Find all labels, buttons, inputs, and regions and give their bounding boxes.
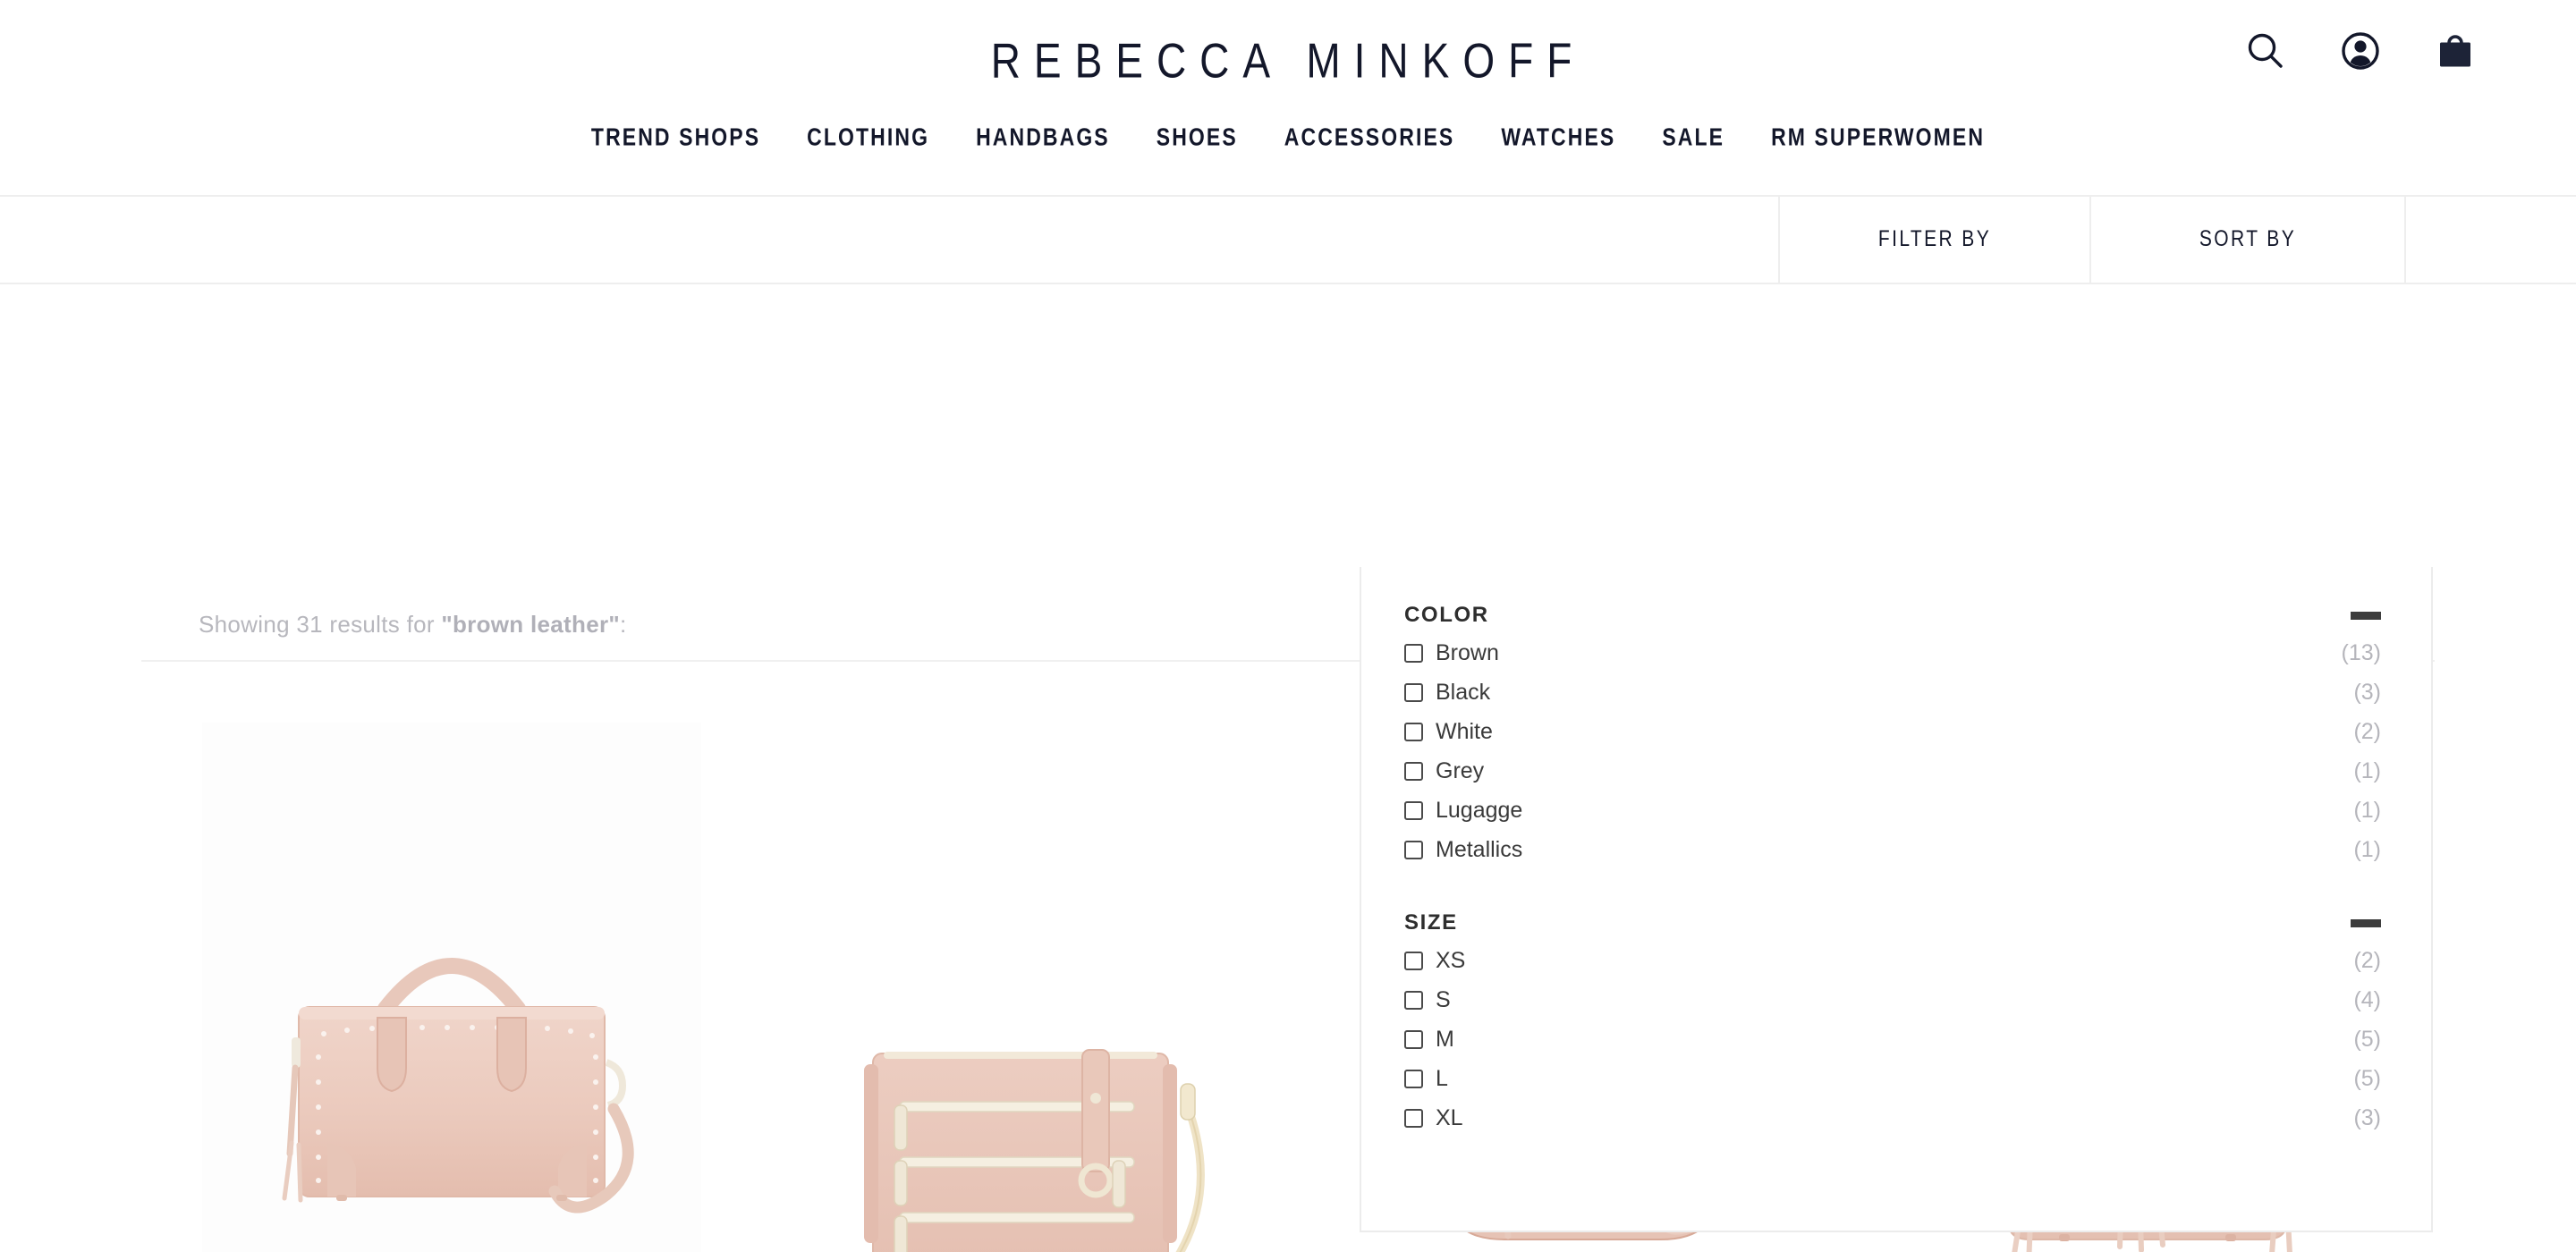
filter-option-count: (5): [2353, 1065, 2381, 1091]
brand-logo[interactable]: REBECCA MINKOFF: [0, 32, 2576, 89]
nav-item-accessories[interactable]: ACCESSORIES: [1261, 123, 1479, 152]
filter-option-label: Black: [1436, 679, 1491, 705]
filter-option-label: Brown: [1436, 639, 1499, 665]
nav-item-clothing[interactable]: CLOTHING: [784, 123, 953, 152]
filter-option-count: (1): [2353, 836, 2381, 862]
product-tile[interactable]: QUICK VIEW: [202, 723, 701, 1252]
filter-option-label: L: [1436, 1065, 1448, 1091]
header-icon-group: [2245, 30, 2476, 72]
nav-item-rm-superwomen[interactable]: RM SUPERWOMEN: [1748, 123, 2008, 152]
filter-option-m[interactable]: M (5): [1404, 1019, 2392, 1059]
filter-option-count: (2): [2353, 718, 2381, 744]
results-suffix: :: [620, 611, 627, 638]
filter-option-s[interactable]: S (4): [1404, 980, 2392, 1019]
filter-group-size: SIZE XS (2) S (4) M (5) L (5) XL (3): [1404, 905, 2392, 1138]
primary-navigation: TREND SHOPS CLOTHING HANDBAGS SHOES ACCE…: [0, 123, 2576, 152]
nav-item-trend-shops[interactable]: TREND SHOPS: [568, 123, 784, 152]
checkbox[interactable]: [1404, 1108, 1423, 1128]
checkbox[interactable]: [1404, 761, 1423, 781]
filter-option-count: (3): [2353, 679, 2381, 705]
nav-item-shoes[interactable]: SHOES: [1133, 123, 1261, 152]
checkbox[interactable]: [1404, 1029, 1423, 1049]
checkbox[interactable]: [1404, 722, 1423, 741]
filter-option-lugagge[interactable]: Lugagge (1): [1404, 791, 2392, 830]
filter-option-label: S: [1436, 986, 1451, 1012]
filter-option-count: (1): [2353, 797, 2381, 823]
results-prefix: Showing 31 results for: [199, 611, 442, 638]
minus-icon[interactable]: [2351, 918, 2381, 927]
filter-group-header-color[interactable]: COLOR: [1404, 597, 2392, 633]
nav-item-handbags[interactable]: HANDBAGS: [953, 123, 1133, 152]
filter-option-white[interactable]: White (2): [1404, 712, 2392, 751]
shopping-bag-icon[interactable]: [2435, 30, 2476, 72]
filter-option-brown[interactable]: Brown (13): [1404, 633, 2392, 673]
checkbox[interactable]: [1404, 990, 1423, 1010]
toolbar-divider-right: [2404, 197, 2406, 283]
filter-option-label: White: [1436, 718, 1493, 744]
checkbox[interactable]: [1404, 840, 1423, 859]
filter-option-label: Lugagge: [1436, 797, 1523, 823]
filter-sort-bar: FILTER BY SORT BY: [0, 195, 2576, 284]
filter-option-count: (5): [2353, 1026, 2381, 1052]
filter-option-label: XL: [1436, 1104, 1463, 1130]
filter-option-count: (3): [2353, 1104, 2381, 1130]
minus-icon[interactable]: [2351, 611, 2381, 620]
account-icon[interactable]: [2340, 30, 2381, 72]
filter-group-color: COLOR Brown (13) Black (3) White (2) Gre…: [1404, 597, 2392, 869]
checkbox[interactable]: [1404, 951, 1423, 970]
results-content: Showing 31 results for "brown leather":: [0, 284, 2576, 1252]
filter-option-metallics[interactable]: Metallics (1): [1404, 830, 2392, 869]
sort-by-button[interactable]: SORT BY: [2091, 189, 2404, 290]
nav-item-sale[interactable]: SALE: [1639, 123, 1748, 152]
checkbox[interactable]: [1404, 1069, 1423, 1088]
filter-option-black[interactable]: Black (3): [1404, 673, 2392, 712]
filter-dropdown-panel: COLOR Brown (13) Black (3) White (2) Gre…: [1360, 567, 2433, 1232]
filter-by-button[interactable]: FILTER BY: [1780, 189, 2089, 290]
filter-option-count: (4): [2353, 986, 2381, 1012]
results-summary: Showing 31 results for "brown leather":: [199, 611, 627, 639]
filter-option-label: XS: [1436, 947, 1466, 973]
nav-item-watches[interactable]: WATCHES: [1478, 123, 1639, 152]
filter-option-count: (13): [2341, 639, 2381, 665]
filter-group-header-size[interactable]: SIZE: [1404, 905, 2392, 941]
filter-option-xs[interactable]: XS (2): [1404, 941, 2392, 980]
search-icon[interactable]: [2245, 30, 2286, 72]
filter-option-count: (1): [2353, 757, 2381, 783]
filter-option-xl[interactable]: XL (3): [1404, 1098, 2392, 1138]
product-tile[interactable]: QUICK VIEW: [767, 723, 1267, 1252]
filter-option-l[interactable]: L (5): [1404, 1059, 2392, 1098]
checkbox[interactable]: [1404, 800, 1423, 820]
results-query: "brown leather": [441, 611, 621, 638]
product-image-studded-satchel[interactable]: [202, 723, 701, 1252]
filter-option-grey[interactable]: Grey (1): [1404, 751, 2392, 791]
filter-option-label: M: [1436, 1026, 1454, 1052]
filter-group-title: COLOR: [1404, 603, 1489, 627]
checkbox[interactable]: [1404, 682, 1423, 702]
filter-option-label: Grey: [1436, 757, 1485, 783]
site-header: REBECCA MINKOFF TREND SHOPS CLOTHING HAN…: [0, 0, 2576, 195]
filter-group-title: SIZE: [1404, 910, 1458, 935]
filter-option-count: (2): [2353, 947, 2381, 973]
page-root: REBECCA MINKOFF TREND SHOPS CLOTHING HAN…: [0, 0, 2576, 1252]
filter-option-label: Metallics: [1436, 836, 1523, 862]
product-image-five-zip-crossbody[interactable]: [767, 723, 1267, 1252]
checkbox[interactable]: [1404, 643, 1423, 663]
